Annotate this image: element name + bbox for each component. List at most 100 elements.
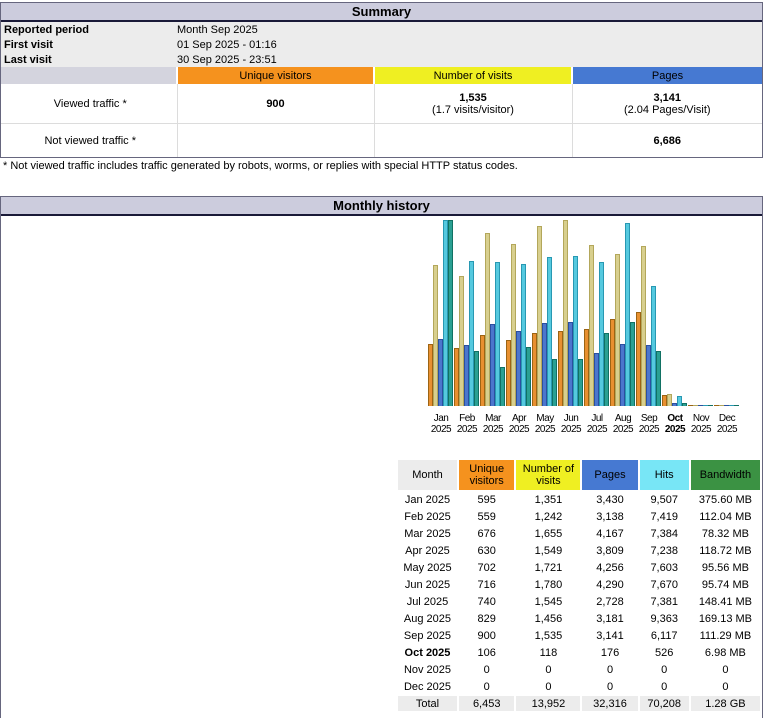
monthly-history-title: Monthly history: [1, 197, 762, 216]
history-cell: 4,290: [582, 577, 637, 592]
history-row: Feb 20255591,2423,1387,419112.04 MB: [398, 509, 760, 524]
bar-bandwidth-mb-: [500, 367, 505, 406]
history-column-header: Hits: [640, 460, 689, 490]
bar-bandwidth-mb-: [656, 351, 661, 406]
summary-section: Summary Reported period Month Sep 2025 F…: [0, 2, 763, 158]
viewed-visits: 1,535 (1.7 visits/visitor): [374, 84, 572, 124]
history-row: May 20257021,7214,2567,60395.56 MB: [398, 560, 760, 575]
month-axis-label-month: Oct: [662, 413, 688, 424]
reported-period-value: Month Sep 2025: [177, 22, 762, 37]
history-cell: Apr 2025: [398, 543, 457, 558]
history-cell: Sep 2025: [398, 628, 457, 643]
month-axis-label: Jan2025: [428, 413, 454, 435]
summary-column-header: Number of visits: [374, 67, 572, 84]
history-cell: 740: [459, 594, 514, 609]
history-cell: 7,381: [640, 594, 689, 609]
history-row: Oct 20251061181765266.98 MB: [398, 645, 760, 660]
month-axis-label-year: 2025: [584, 424, 610, 435]
bar-bandwidth-mb-: [708, 405, 713, 406]
history-cell: 0: [459, 679, 514, 694]
not-viewed-footnote: * Not viewed traffic includes traffic ge…: [3, 160, 518, 172]
history-cell: 9,507: [640, 492, 689, 507]
history-cell: 118.72 MB: [691, 543, 760, 558]
history-row: Jul 20257401,5452,7287,381148.41 MB: [398, 594, 760, 609]
history-total-cell: 32,316: [582, 696, 637, 711]
history-cell: Feb 2025: [398, 509, 457, 524]
history-cell: 0: [640, 679, 689, 694]
history-cell: 676: [459, 526, 514, 541]
bar-group: [688, 405, 714, 406]
viewed-pages-detail: (2.04 Pages/Visit): [573, 104, 763, 116]
history-cell: 3,138: [582, 509, 637, 524]
monthly-history-content: Jan2025Feb2025Mar2025Apr2025May2025Jun20…: [1, 216, 762, 717]
history-cell: 1,456: [516, 611, 580, 626]
history-cell: 3,809: [582, 543, 637, 558]
history-cell: 9,363: [640, 611, 689, 626]
history-cell: 0: [691, 679, 760, 694]
history-cell: 375.60 MB: [691, 492, 760, 507]
month-axis-label: Apr2025: [506, 413, 532, 435]
month-axis-label-year: 2025: [558, 424, 584, 435]
viewed-visits-detail: (1.7 visits/visitor): [375, 104, 572, 116]
month-axis-label-year: 2025: [428, 424, 454, 435]
history-cell: 1,242: [516, 509, 580, 524]
month-axis-label-month: Jun: [558, 413, 584, 424]
monthly-history-bar-chart: [428, 218, 740, 406]
history-cell: Mar 2025: [398, 526, 457, 541]
not-viewed-unique: [177, 124, 374, 158]
history-cell: 1,655: [516, 526, 580, 541]
history-total-cell: 1.28 GB: [691, 696, 760, 711]
history-row: Sep 20259001,5353,1416,117111.29 MB: [398, 628, 760, 643]
bar-bandwidth-mb-: [552, 359, 557, 406]
history-cell: 3,430: [582, 492, 637, 507]
history-cell: 6,117: [640, 628, 689, 643]
history-cell: 1,545: [516, 594, 580, 609]
history-total-cell: 13,952: [516, 696, 580, 711]
history-column-header: Number of visits: [516, 460, 580, 490]
history-cell: Jan 2025: [398, 492, 457, 507]
history-cell: Nov 2025: [398, 662, 457, 677]
history-row: Nov 202500000: [398, 662, 760, 677]
history-cell: 7,238: [640, 543, 689, 558]
history-cell: Aug 2025: [398, 611, 457, 626]
bar-bandwidth-mb-: [448, 220, 453, 406]
month-axis-label-month: Sep: [636, 413, 662, 424]
history-column-header: Pages: [582, 460, 637, 490]
month-axis-labels: Jan2025Feb2025Mar2025Apr2025May2025Jun20…: [428, 413, 740, 435]
month-axis-label-month: Mar: [480, 413, 506, 424]
month-axis-label: Jun2025: [558, 413, 584, 435]
month-axis-label-year: 2025: [636, 424, 662, 435]
history-cell: 702: [459, 560, 514, 575]
history-cell: Jul 2025: [398, 594, 457, 609]
bar-group: [428, 220, 454, 406]
history-total-cell: Total: [398, 696, 457, 711]
month-axis-label: Feb2025: [454, 413, 480, 435]
history-cell: 4,167: [582, 526, 637, 541]
history-cell: 0: [516, 679, 580, 694]
history-cell: 1,535: [516, 628, 580, 643]
first-visit-value: 01 Sep 2025 - 01:16: [177, 37, 762, 52]
viewed-unique-visitors: 900: [177, 84, 374, 124]
month-axis-label: Dec2025: [714, 413, 740, 435]
viewed-visits-value: 1,535: [375, 92, 572, 104]
history-cell: 4,256: [582, 560, 637, 575]
month-axis-label: Oct2025: [662, 413, 688, 435]
history-cell: 118: [516, 645, 580, 660]
history-cell: Jun 2025: [398, 577, 457, 592]
month-axis-label-year: 2025: [480, 424, 506, 435]
history-column-header: Month: [398, 460, 457, 490]
history-cell: 7,384: [640, 526, 689, 541]
viewed-unique-value: 900: [178, 98, 374, 110]
reported-period-label: Reported period: [1, 22, 177, 37]
last-visit-label: Last visit: [1, 52, 177, 67]
history-cell: 829: [459, 611, 514, 626]
history-header-row: MonthUnique visitorsNumber of visitsPage…: [398, 460, 760, 490]
month-axis-label-year: 2025: [506, 424, 532, 435]
history-cell: 0: [516, 662, 580, 677]
bar-bandwidth-mb-: [604, 333, 609, 406]
month-axis-label: Sep2025: [636, 413, 662, 435]
history-cell: 112.04 MB: [691, 509, 760, 524]
viewed-traffic-label: Viewed traffic *: [1, 84, 177, 124]
month-axis-label-month: Aug: [610, 413, 636, 424]
month-axis-label-month: Nov: [688, 413, 714, 424]
